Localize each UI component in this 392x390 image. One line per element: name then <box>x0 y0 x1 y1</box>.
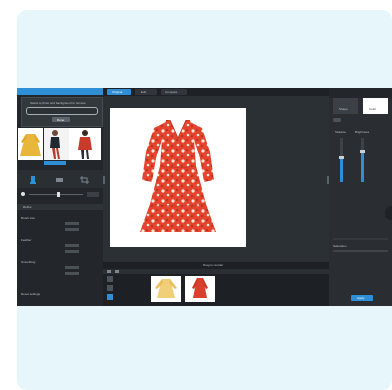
dialog-done-label: Done <box>57 117 65 122</box>
filmstrip-panel: Drag to reorder <box>103 262 329 306</box>
yellow-dress-image <box>20 134 41 156</box>
image-canvas[interactable] <box>110 108 246 247</box>
tab-edit-label: Edit <box>141 90 147 94</box>
tab-color[interactable]: Color <box>363 98 388 114</box>
crop-icon[interactable] <box>79 172 91 184</box>
filmstrip-side-icon-1[interactable] <box>107 276 113 282</box>
brush-slider[interactable] <box>21 192 99 197</box>
section-header-refine[interactable]: Refine <box>17 204 103 210</box>
thumbnail-model-dark[interactable] <box>44 128 69 160</box>
dialog-input[interactable] <box>26 107 98 115</box>
apply-button[interactable]: Apply <box>351 295 373 301</box>
thumbnail-yellow-dress[interactable] <box>18 128 43 160</box>
right-divider <box>333 238 388 240</box>
label-feather: Feather <box>21 238 32 242</box>
reset-settings-link[interactable]: Reset settings <box>21 292 89 296</box>
label-shadow: Shadow <box>335 130 346 134</box>
photo-thumbnails <box>17 128 103 165</box>
filmstrip-side-icon-2[interactable] <box>107 285 113 291</box>
tool-tabs <box>17 170 103 188</box>
brush-size-control[interactable] <box>31 222 99 225</box>
photo-editor-window: Select a photo and background to remove … <box>17 88 392 306</box>
grid-icon[interactable] <box>107 270 111 273</box>
toggle-switch[interactable] <box>333 118 341 122</box>
tab-original[interactable]: Original <box>107 89 131 95</box>
section-refine-label: Refine <box>23 205 32 209</box>
model-dark-image <box>50 130 60 159</box>
feather-control[interactable] <box>31 244 99 247</box>
tab-shape-label: Shape <box>339 107 348 111</box>
eraser-icon[interactable] <box>53 172 65 182</box>
left-resize-handle[interactable] <box>103 176 105 184</box>
label-saturation: Saturation <box>333 244 347 248</box>
smoothing-control[interactable] <box>31 266 99 269</box>
red-floral-dress-image <box>140 119 216 232</box>
apply-label: Apply <box>357 296 365 300</box>
label-smoothing: Smoothing <box>21 260 36 264</box>
brush-icon[interactable] <box>27 172 39 184</box>
shadow-slider[interactable] <box>339 138 344 182</box>
background-card: Select a photo and background to remove … <box>17 10 392 390</box>
tab-compare-label: Compare <box>165 90 178 94</box>
selected-thumbnail-indicator <box>44 161 66 165</box>
right-panel: Shape Color Shadow Brightness Saturation… <box>329 88 392 306</box>
label-brush-size: Brush size <box>21 216 36 220</box>
filmstrip-yellow-dress-image <box>155 279 177 298</box>
edge-control[interactable] <box>31 272 99 275</box>
canvas-area <box>103 96 329 262</box>
tab-original-label: Original <box>112 90 123 94</box>
tab-compare[interactable]: Compare <box>161 89 187 95</box>
tab-shape[interactable]: Shape <box>333 98 358 114</box>
brightness-slider[interactable] <box>360 138 365 182</box>
tab-color-label: Color <box>369 107 377 111</box>
dialog-message: Select a photo and background to remove <box>30 101 86 105</box>
dialog-done-button[interactable]: Done <box>52 117 70 122</box>
filmstrip-label: Drag to reorder <box>203 263 224 267</box>
left-panel: Select a photo and background to remove … <box>17 88 103 306</box>
right-panel-header <box>329 88 392 98</box>
filmstrip-thumb-red[interactable] <box>185 276 215 302</box>
brush-hardness-control[interactable] <box>31 228 99 231</box>
tab-edit[interactable]: Edit <box>135 89 157 95</box>
thumbnail-model-red[interactable] <box>69 128 101 160</box>
filmstrip-side-icon-3[interactable] <box>107 294 113 300</box>
filmstrip-thumb-yellow[interactable] <box>151 276 181 302</box>
instruction-dialog: Select a photo and background to remove … <box>21 97 103 127</box>
color-wheel-edge[interactable] <box>385 206 392 220</box>
tolerance-control[interactable] <box>31 250 99 253</box>
label-brightness: Brightness <box>355 130 370 134</box>
filmstrip-toolbar <box>103 269 329 274</box>
model-red-image <box>78 130 92 159</box>
filmstrip-red-dress-image <box>192 278 208 298</box>
image-icon[interactable] <box>115 270 119 273</box>
view-toolbar: Original Edit Compare <box>103 88 329 96</box>
saturation-track[interactable] <box>333 250 388 252</box>
left-panel-titlebar <box>17 88 103 95</box>
